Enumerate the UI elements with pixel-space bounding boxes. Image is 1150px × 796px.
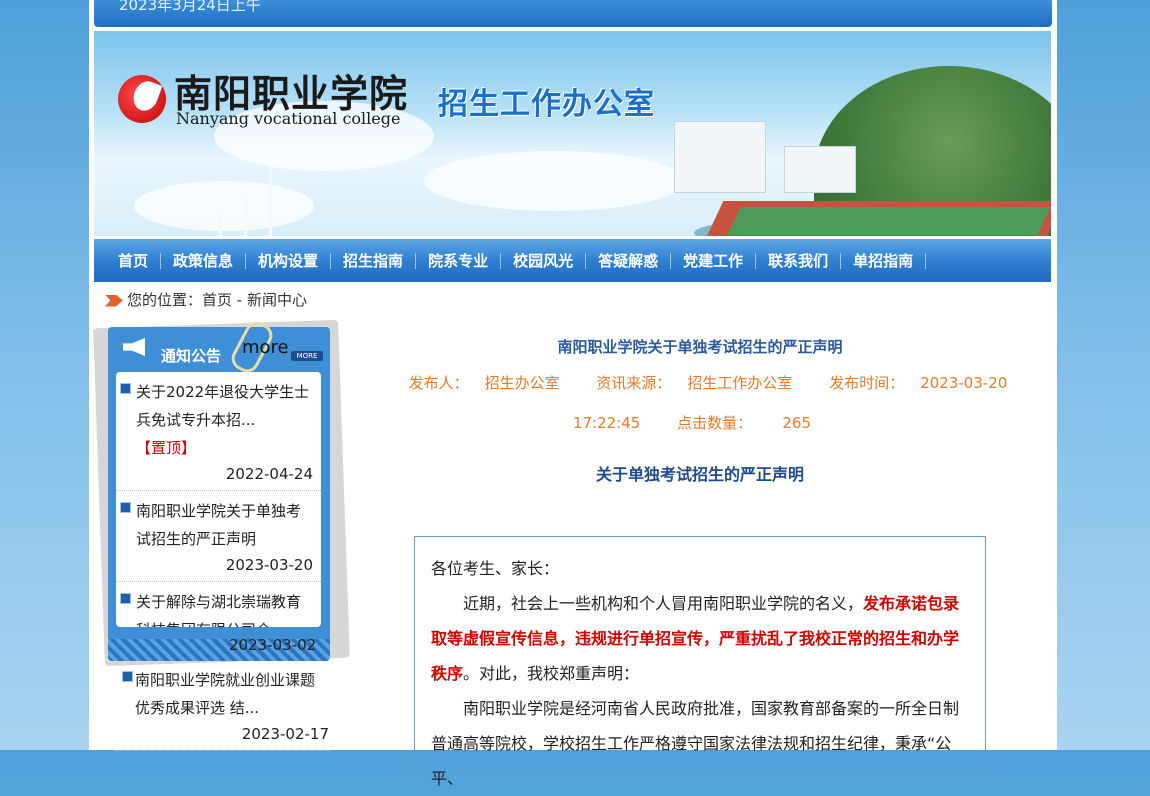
notice-item-title[interactable]: 南阳职业学院就业创业课题优秀成果评选 结...	[135, 666, 329, 722]
wind-turbine-icon	[244, 196, 247, 236]
list-item[interactable]: 关于2022年退役大学生士兵免试专升本招... 【置顶】 2022-04-24	[116, 372, 321, 491]
cloud-shape	[424, 151, 684, 211]
nav-organization[interactable]: 机构设置	[246, 252, 332, 269]
notice-item-date: 2023-02-17	[241, 725, 329, 743]
bullet-icon	[122, 671, 133, 682]
notice-item-title[interactable]: 关于2022年退役大学生士兵免试专升本招...	[136, 383, 309, 429]
notice-board: 通知公告 more MORE 关于2022年退役大学生士兵免试专升本招... 【置…	[108, 317, 330, 661]
breadcrumb-text: 您的位置：首页 - 新闻中心	[127, 291, 307, 309]
list-item[interactable]: 南阳职业学院关于单独考试招生的严正声明 2023-03-20	[116, 491, 321, 582]
publisher-label: 发布人：	[408, 374, 469, 392]
arrow-icon	[105, 294, 123, 307]
notice-panel: 通知公告 more MORE 关于2022年退役大学生士兵免试专升本招... 【置…	[93, 317, 350, 667]
nav-party[interactable]: 党建工作	[671, 252, 757, 269]
notice-item-title[interactable]: 南阳职业学院关于单独考试招生的严正声明	[136, 497, 313, 553]
top-date-bar: 2023年3月24日上午	[94, 0, 1052, 27]
megaphone-icon	[123, 338, 145, 356]
notice-title: 通知公告	[161, 347, 222, 365]
nav-contact[interactable]: 联系我们	[756, 252, 842, 269]
notice-header: 通知公告 more MORE	[123, 335, 323, 365]
notice-item-date: 2022-04-24	[225, 465, 313, 483]
wind-turbine-icon	[269, 166, 272, 236]
bullet-icon	[120, 502, 131, 513]
nav-admission-guide[interactable]: 招生指南	[331, 252, 417, 269]
header-banner: 南阳职业学院 Nanyang vocational college 招生工作办公…	[94, 31, 1051, 236]
main-nav: 首页 政策信息 机构设置 招生指南 院系专业 校园风光 答疑解惑 党建工作 联系…	[94, 239, 1051, 282]
page-container: 2023年3月24日上午 南阳职业学院 Nanyang vocational c…	[89, 0, 1057, 788]
views-value: 265	[782, 414, 812, 432]
bullet-icon	[120, 383, 131, 394]
notice-list: 关于2022年退役大学生士兵免试专升本招... 【置顶】 2022-04-24 南…	[116, 372, 321, 627]
nav-home[interactable]: 首页	[106, 252, 162, 269]
nav-policy[interactable]: 政策信息	[161, 252, 247, 269]
publisher-value: 招生办公室	[484, 374, 560, 392]
pinned-tag: 【置顶】	[136, 439, 197, 457]
greeting-text: 各位考生、家长：	[431, 559, 560, 578]
bullet-icon	[120, 593, 131, 604]
paragraph-2: 南阳职业学院是经河南省人民政府批准，国家教育部备案的一所全日制普通高等院校，学校…	[431, 699, 960, 788]
source-label: 资讯来源：	[596, 374, 672, 392]
time-label: 发布时间：	[829, 374, 905, 392]
p1-normal-text: 近期，社会上一些机构和个人冒用南阳职业学院的名义，	[463, 594, 864, 613]
list-item[interactable]: 关于解除与湖北崇瑞教育科技集团有限公司合...	[116, 582, 321, 627]
article-meta: 发布人： 招生办公室 资讯来源： 招生工作办公室 发布时间： 2023-03-20 1…	[359, 363, 1041, 443]
notice-item-date: 2023-03-20	[225, 556, 313, 574]
more-badge-button[interactable]: MORE	[291, 351, 323, 361]
nav-campus[interactable]: 校园风光	[501, 252, 587, 269]
notice-item-title[interactable]: 关于解除与湖北崇瑞教育科技集团有限公司合...	[136, 588, 313, 627]
paragraph-1: 近期，社会上一些机构和个人冒用南阳职业学院的名义，发布承诺包录取等虚假宣传信息，…	[431, 586, 969, 691]
nav-faq[interactable]: 答疑解惑	[586, 252, 672, 269]
article-title: 南阳职业学院关于单独考试招生的严正声明	[557, 338, 843, 356]
views-label: 点击数量：	[677, 414, 753, 432]
cloud-shape	[134, 181, 314, 231]
campus-building	[784, 146, 856, 193]
nav-single-exam[interactable]: 单招指南	[841, 252, 927, 269]
current-date: 2023年3月24日上午	[119, 0, 261, 14]
office-title: 招生工作办公室	[438, 87, 655, 122]
notice-item-date: 2023-03-02	[229, 636, 317, 654]
list-item[interactable]: 南阳职业学院就业创业课题优秀成果评选 结... 2023-02-17	[115, 660, 329, 751]
nav-departments[interactable]: 院系专业	[416, 252, 502, 269]
article-subtitle: 关于单独考试招生的严正声明	[595, 465, 804, 484]
source-value: 招生工作办公室	[687, 374, 793, 392]
school-logo-icon[interactable]	[118, 75, 166, 123]
article-body: 各位考生、家长： 近期，社会上一些机构和个人冒用南阳职业学院的名义，发布承诺包录…	[414, 536, 986, 788]
notice-more-link[interactable]: more	[242, 337, 289, 358]
campus-field	[727, 207, 1051, 235]
campus-building	[674, 121, 766, 193]
breadcrumb: 您的位置：首页 - 新闻中心	[105, 289, 307, 310]
wind-turbine-icon	[219, 211, 222, 236]
article: 南阳职业学院关于单独考试招生的严正声明 发布人： 招生办公室 资讯来源： 招生工作办…	[359, 330, 1041, 788]
p1-end-text: 。对此，我校郑重声明：	[463, 664, 640, 683]
school-name-en: Nanyang vocational college	[176, 109, 401, 128]
